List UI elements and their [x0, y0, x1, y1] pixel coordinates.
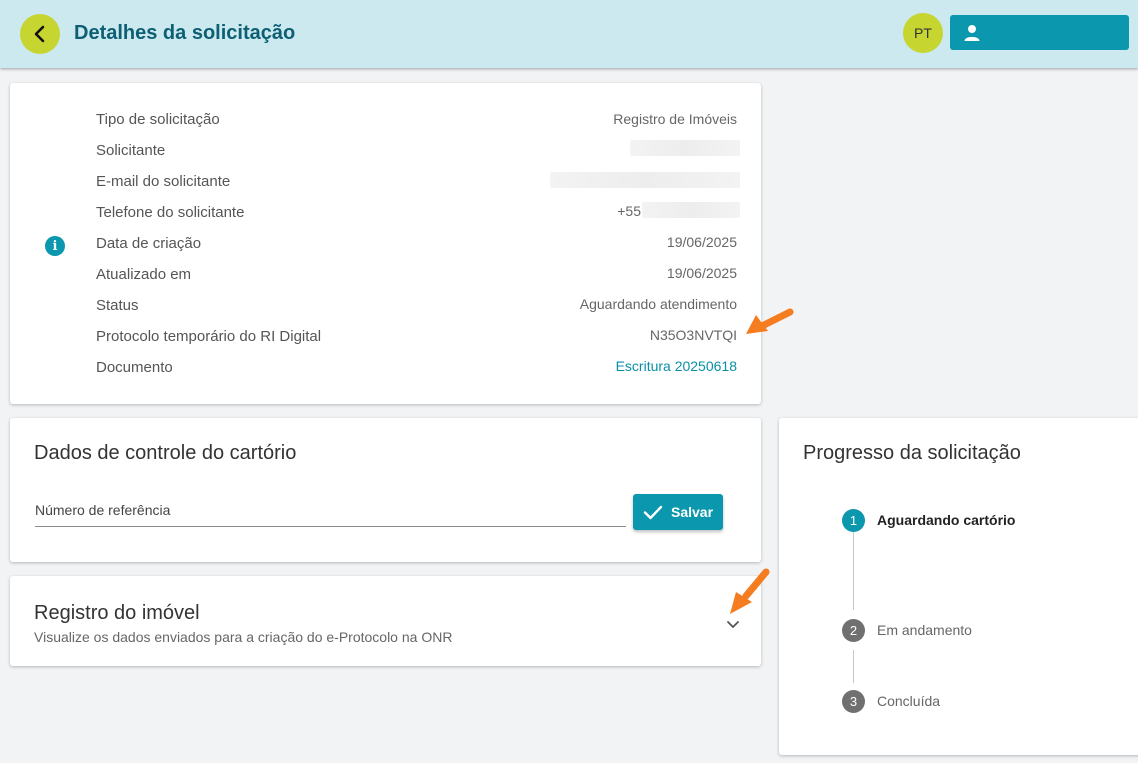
info-label-requester: Solicitante [96, 142, 166, 159]
progress-card-title: Progresso da solicitação [803, 442, 1021, 464]
redacted-phone [642, 202, 740, 218]
step-label-3: Concluída [877, 693, 941, 709]
step-number-1: 1 [842, 509, 865, 532]
info-label-updated-at: Atualizado em [96, 266, 192, 283]
registration-panel-title: Registro do imóvel [34, 602, 200, 624]
info-value-request-type: Registro de Imóveis [613, 111, 737, 127]
step-number-2: 2 [842, 619, 865, 642]
step-label-1: Aguardando cartório [877, 512, 1016, 528]
reference-number-field[interactable]: Número de referência [35, 502, 170, 518]
info-label-requester-phone: Telefone do solicitante [96, 204, 245, 221]
back-button[interactable] [20, 14, 60, 54]
step-number-3: 3 [842, 690, 865, 713]
property-registration-panel[interactable]: Registro do imóvel Visualize os dados en… [10, 576, 761, 666]
reference-number-underline [35, 526, 626, 527]
redacted-requester [630, 140, 740, 156]
check-icon [643, 505, 663, 520]
user-icon [964, 24, 980, 41]
step-connector [853, 530, 854, 610]
page-title: Detalhes da solicitação [74, 22, 296, 44]
annotation-arrow-icon [730, 568, 770, 614]
user-menu-button[interactable] [950, 15, 1129, 50]
info-label-status: Status [96, 297, 139, 314]
request-info-card: i Tipo de solicitação Registro de Imóvei… [10, 83, 761, 404]
registry-control-card: Dados de controle do cartório Número de … [10, 418, 761, 562]
redacted-email [550, 172, 740, 188]
step-connector [853, 650, 854, 683]
info-label-temp-protocol: Protocolo temporário do RI Digital [96, 328, 322, 345]
step-label-2: Em andamento [877, 622, 972, 638]
document-link[interactable]: Escritura 20250618 [616, 358, 737, 374]
request-progress-card: Progresso da solicitação 1 Aguardando ca… [779, 418, 1138, 755]
info-label-request-type: Tipo de solicitação [96, 111, 220, 128]
app-header: Detalhes da solicitação PT [0, 0, 1138, 68]
annotation-arrow-icon [746, 308, 794, 334]
info-value-status: Aguardando atendimento [579, 296, 737, 312]
info-label-requester-email: E-mail do solicitante [96, 173, 231, 190]
control-card-title: Dados de controle do cartório [34, 442, 297, 464]
chevron-left-icon [34, 25, 45, 43]
registration-panel-subtitle: Visualize os dados enviados para a criaç… [34, 629, 453, 645]
info-label-created-at: Data de criação [96, 235, 202, 252]
info-label-document: Documento [96, 359, 173, 376]
avatar[interactable]: PT [903, 13, 943, 53]
save-button[interactable]: Salvar [633, 494, 723, 530]
info-value-created-at: 19/06/2025 [666, 234, 737, 250]
info-value-requester-phone: +55 [617, 203, 641, 219]
info-icon: i [45, 236, 65, 256]
info-value-updated-at: 19/06/2025 [666, 265, 737, 281]
save-button-label: Salvar [671, 504, 714, 520]
info-value-temp-protocol: N35O3NVTQI [649, 327, 737, 343]
